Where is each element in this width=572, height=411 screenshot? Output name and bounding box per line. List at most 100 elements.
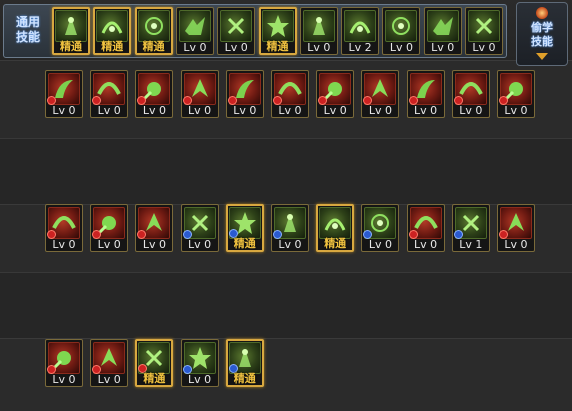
skill-slot[interactable]: Lv 2 xyxy=(341,7,380,55)
skill-slot[interactable]: Lv 0 xyxy=(361,204,400,252)
skill-level-label: Lv 0 xyxy=(278,238,302,251)
skill-level-label: Lv 0 xyxy=(459,104,483,117)
skill-level-label: Lv 0 xyxy=(389,41,413,54)
crosshair-icon xyxy=(220,10,253,42)
skill-slot[interactable]: 精通 xyxy=(93,7,132,55)
empty-band-1 xyxy=(0,138,572,205)
skill-level-label: Lv 0 xyxy=(504,238,528,251)
skill-slot[interactable]: Lv 0 xyxy=(135,204,174,252)
skill-level-label: Lv 0 xyxy=(504,104,528,117)
skill-level-label: 精通 xyxy=(233,372,256,385)
skill-glyph xyxy=(266,15,289,37)
skill-slot[interactable]: Lv 0 xyxy=(45,204,83,252)
skill-glyph xyxy=(228,17,245,35)
skill-slot[interactable]: Lv 0 xyxy=(497,70,535,118)
empty-band-2 xyxy=(0,272,572,339)
skill-glyph xyxy=(324,218,346,231)
skill-level-label: Lv 1 xyxy=(459,238,483,251)
spiral-eye-icon xyxy=(385,10,418,42)
skill-level-label: Lv 0 xyxy=(97,238,121,251)
skill-slot[interactable]: Lv 0 xyxy=(90,204,129,252)
common-skills-label: 通用 技能 xyxy=(15,15,40,44)
skill-level-label: Lv 0 xyxy=(472,41,496,54)
skill-slot[interactable]: 精通 xyxy=(225,339,264,387)
skill-glyph xyxy=(144,17,163,35)
skill-level-label: Lv 0 xyxy=(323,104,347,117)
skill-level-label: Lv 0 xyxy=(52,238,76,251)
skill-slot[interactable]: Lv 0 xyxy=(271,204,309,252)
skill-slot[interactable]: Lv 0 xyxy=(135,70,174,118)
skill-level-label: Lv 0 xyxy=(307,41,331,54)
skill-glyph xyxy=(349,21,371,34)
skill-level-label: 精通 xyxy=(324,237,347,250)
skill-level-label: Lv 0 xyxy=(188,238,212,251)
skill-level-label: Lv 0 xyxy=(52,104,76,117)
skill-glyph xyxy=(184,17,205,35)
skill-slot[interactable]: Lv 0 xyxy=(406,70,445,118)
skill-level-label: 精通 xyxy=(142,40,165,53)
skill-slot[interactable]: Lv 0 xyxy=(316,70,355,118)
skill-slot[interactable]: Lv 0 xyxy=(497,204,535,252)
skill-slot[interactable]: Lv 0 xyxy=(225,70,264,118)
skill-slot[interactable]: Lv 1 xyxy=(451,204,490,252)
kneel-figure-icon xyxy=(96,10,129,42)
flame-gem-icon xyxy=(536,7,548,19)
skill-glyph xyxy=(312,17,325,35)
skill-slot[interactable]: 精通 xyxy=(134,7,173,55)
skill-level-label: Lv 0 xyxy=(368,104,392,117)
skill-slot[interactable]: Lv 0 xyxy=(451,70,490,118)
target-star-icon xyxy=(261,10,294,42)
skill-slot[interactable]: 精通 xyxy=(258,7,297,55)
skill-slot[interactable]: Lv 0 xyxy=(175,7,214,55)
skill-level-label: Lv 0 xyxy=(183,41,207,54)
dash-figure-icon xyxy=(137,10,170,42)
crouch-figure-icon xyxy=(55,10,87,42)
skill-slot[interactable]: Lv 0 xyxy=(382,7,421,55)
skill-slot[interactable]: Lv 0 xyxy=(271,70,309,118)
dropdown-arrow-icon xyxy=(536,53,548,60)
skill-slot[interactable]: Lv 0 xyxy=(465,7,503,55)
skill-level-label: Lv 0 xyxy=(414,104,438,117)
skill-glyph xyxy=(432,17,453,35)
skill-level-label: 精通 xyxy=(60,40,82,53)
skill-slot[interactable]: 精通 xyxy=(225,204,264,252)
skill-slot[interactable]: Lv 0 xyxy=(90,339,129,387)
demon-face-icon xyxy=(319,207,352,239)
skill-glyph xyxy=(475,17,493,35)
skill-level-label: Lv 0 xyxy=(188,104,212,117)
skill-level-label: Lv 0 xyxy=(52,373,76,386)
skill-level-label: 精通 xyxy=(143,372,166,385)
skill-level-label: 精通 xyxy=(233,237,256,250)
skill-level-label: Lv 0 xyxy=(233,104,257,117)
skill-level-label: Lv 2 xyxy=(348,41,372,54)
skill-level-label: Lv 0 xyxy=(278,104,302,117)
skill-level-label: Lv 0 xyxy=(431,41,455,54)
skill-slot[interactable]: Lv 0 xyxy=(180,204,219,252)
skill-slot[interactable]: Lv 0 xyxy=(45,339,83,387)
skill-glyph xyxy=(392,17,411,35)
skill-slot[interactable]: Lv 0 xyxy=(180,339,219,387)
skill-slot[interactable]: Lv 0 xyxy=(217,7,256,55)
skill-level-label: Lv 0 xyxy=(142,104,166,117)
skill-band-3 xyxy=(0,338,572,411)
wings-icon xyxy=(178,10,211,42)
stolen-skills-tab[interactable]: 偷学 技能 xyxy=(516,2,568,66)
skill-slot[interactable]: Lv 0 xyxy=(423,7,462,55)
skill-slot[interactable]: Lv 0 xyxy=(361,70,400,118)
skill-level-label: 精通 xyxy=(266,40,289,53)
skill-slot[interactable]: 精通 xyxy=(135,339,174,387)
skill-slot[interactable]: Lv 0 xyxy=(299,7,338,55)
skill-glyph xyxy=(101,21,123,34)
skill-slot[interactable]: Lv 0 xyxy=(45,70,83,118)
skill-glyph xyxy=(65,17,77,35)
skill-level-label: 精通 xyxy=(101,40,124,53)
skill-slot[interactable]: Lv 0 xyxy=(406,204,445,252)
skill-slot[interactable]: 精通 xyxy=(316,204,355,252)
skill-slot[interactable]: Lv 0 xyxy=(90,70,129,118)
skill-level-label: Lv 0 xyxy=(97,104,121,117)
skill-level-label: Lv 0 xyxy=(414,238,438,251)
skill-slot[interactable]: Lv 0 xyxy=(180,70,219,118)
walker-icon xyxy=(344,10,377,42)
skill-slot[interactable]: 精通 xyxy=(52,7,90,55)
leap-figure-icon xyxy=(468,10,500,42)
